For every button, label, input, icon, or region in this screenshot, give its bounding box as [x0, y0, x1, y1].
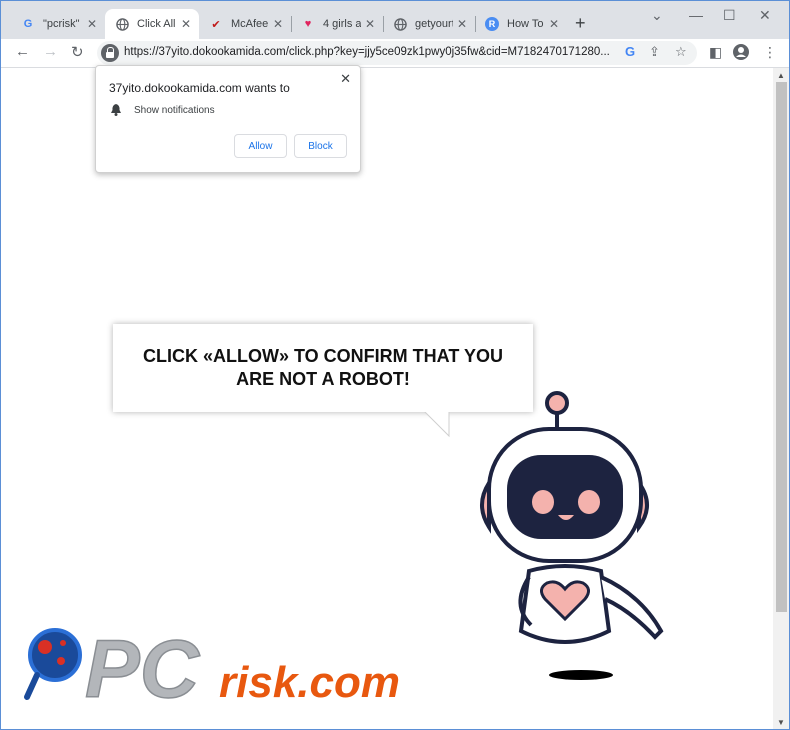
scrollbar[interactable]: ▲ ▼: [773, 68, 789, 729]
bell-icon: [111, 104, 121, 116]
google-icon: G: [23, 18, 33, 30]
r-icon: R: [485, 17, 499, 31]
share-icon[interactable]: ⇪: [649, 44, 660, 60]
new-tab-button[interactable]: +: [575, 13, 586, 34]
scroll-up-arrow[interactable]: ▲: [777, 71, 785, 80]
menu-kebab-icon[interactable]: ⋮: [763, 44, 777, 61]
chevron-down-icon[interactable]: ⌄: [651, 7, 663, 24]
close-icon[interactable]: ✕: [87, 17, 97, 31]
forward-button[interactable]: →: [43, 43, 58, 60]
tab-title: Click Allo: [137, 18, 175, 30]
google-lens-icon[interactable]: G: [625, 44, 635, 59]
notification-permission-popup: 37yito.dokookamida.com wants to ✕ Show n…: [95, 65, 361, 173]
tab-click-allow[interactable]: Click Allo ✕: [105, 9, 199, 39]
lock-icon[interactable]: [101, 44, 119, 62]
profile-avatar-icon[interactable]: [733, 44, 749, 63]
pcrisk-logo: PC risk.com: [24, 623, 400, 716]
mcafee-icon: ✔: [211, 18, 221, 31]
block-button[interactable]: Block: [294, 134, 347, 158]
tab-how-to[interactable]: R How To ✕: [475, 9, 567, 39]
close-icon[interactable]: ✕: [181, 17, 191, 31]
close-icon[interactable]: ✕: [457, 17, 467, 31]
maximize-button[interactable]: ☐: [723, 7, 736, 24]
side-panel-icon[interactable]: ◧: [709, 44, 722, 61]
allow-button[interactable]: Allow: [234, 134, 287, 158]
back-button[interactable]: ←: [15, 43, 30, 60]
pcrisk-watermark: PC risk.com: [23, 623, 463, 718]
watermark-risk: risk.com: [219, 658, 400, 707]
close-window-button[interactable]: ✕: [759, 7, 771, 24]
bookmark-star-icon[interactable]: ☆: [675, 44, 687, 60]
globe-icon: [115, 17, 129, 31]
close-icon[interactable]: ✕: [340, 71, 351, 87]
url-text[interactable]: https://37yito.dokookamida.com/click.php…: [124, 46, 614, 58]
tab-pcrisk[interactable]: G "pcrisk" ✕: [11, 9, 105, 39]
heart-icon: ♥: [304, 18, 312, 30]
tab-title: 4 girls ar: [323, 18, 361, 30]
popup-host-text: 37yito.dokookamida.com wants to: [109, 81, 290, 95]
toolbar: ← → ↻ https://37yito.dokookamida.com/cli…: [1, 39, 789, 68]
close-icon[interactable]: ✕: [365, 17, 375, 31]
speech-bubble: CLICK «ALLOW» TO CONFIRM THAT YOU ARE NO…: [113, 324, 533, 412]
bubble-tail: [421, 408, 450, 438]
close-icon[interactable]: ✕: [549, 17, 559, 31]
tab-title: How To: [507, 18, 544, 30]
scroll-down-arrow[interactable]: ▼: [777, 718, 785, 727]
tab-getyourt[interactable]: getyourt ✕: [383, 9, 475, 39]
tab-strip: G "pcrisk" ✕ Click Allo ✕ ✔ McAfee ✕ ♥ 4…: [1, 1, 789, 39]
close-icon[interactable]: ✕: [273, 17, 283, 31]
tab-title: McAfee: [231, 18, 269, 30]
scroll-thumb[interactable]: [776, 82, 787, 612]
popup-permission-label: Show notifications: [134, 105, 215, 116]
bubble-message: CLICK «ALLOW» TO CONFIRM THAT YOU ARE NO…: [143, 346, 503, 389]
tab-mcafee[interactable]: ✔ McAfee ✕: [199, 9, 291, 39]
tab-title: "pcrisk": [43, 18, 80, 30]
browser-window: G "pcrisk" ✕ Click Allo ✕ ✔ McAfee ✕ ♥ 4…: [0, 0, 790, 730]
robot-illustration: [480, 391, 664, 680]
watermark-pc: PC: [85, 624, 201, 713]
globe-icon: [393, 17, 407, 31]
tab-title: getyourt: [415, 18, 453, 30]
address-bar[interactable]: https://37yito.dokookamida.com/click.php…: [97, 41, 697, 65]
tab-4-girls[interactable]: ♥ 4 girls ar ✕: [291, 9, 383, 39]
minimize-button[interactable]: —: [689, 7, 703, 23]
reload-button[interactable]: ↻: [71, 43, 84, 61]
